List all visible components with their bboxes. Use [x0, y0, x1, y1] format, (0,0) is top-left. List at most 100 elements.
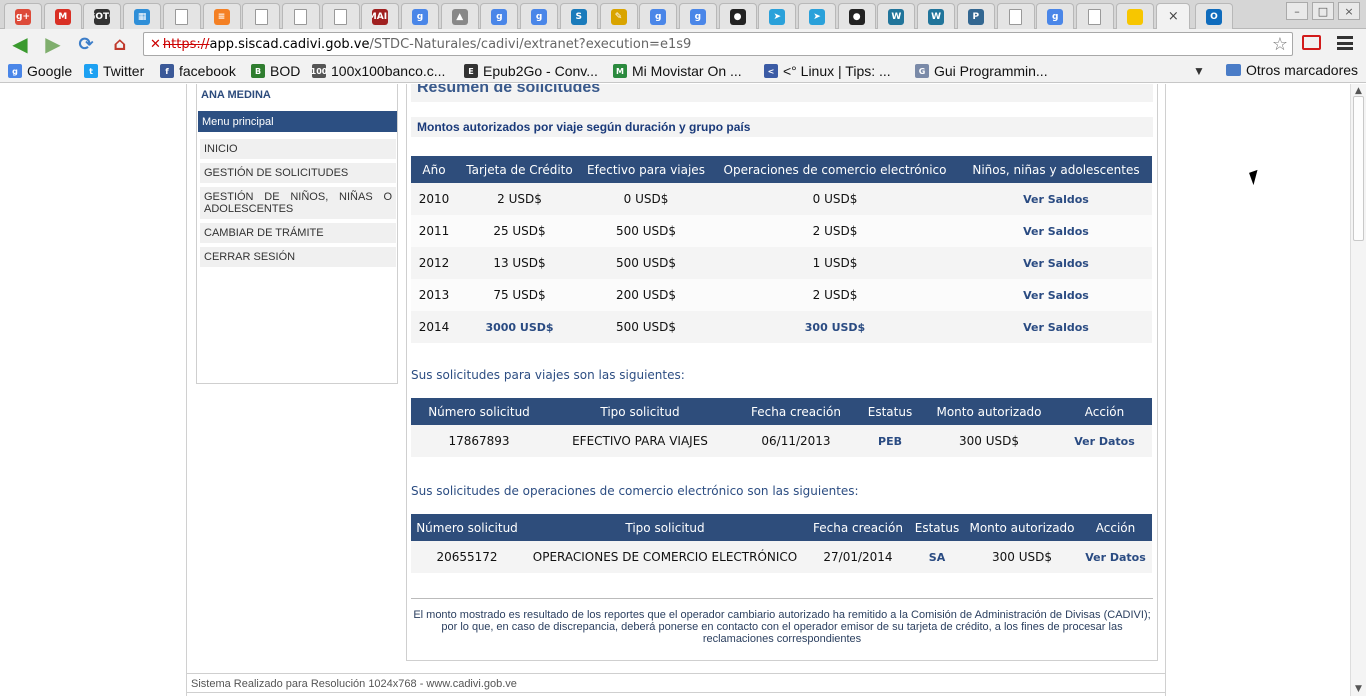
bookmarks-overflow-icon[interactable]: ▼ — [1193, 64, 1205, 78]
browser-tab[interactable]: MAIL — [361, 3, 400, 29]
browser-tab[interactable] — [281, 3, 320, 29]
ver-saldos-link[interactable]: Ver Saldos — [1023, 257, 1089, 270]
home-icon[interactable]: ⌂ — [108, 33, 132, 55]
epub-icon: E — [464, 64, 478, 78]
browser-tab[interactable] — [996, 3, 1035, 29]
browser-tab[interactable]: ● — [718, 3, 757, 29]
bookmark-item[interactable]: G Gui Programmin... — [915, 62, 1048, 80]
browser-tab[interactable]: ➤ — [758, 3, 797, 29]
status-link[interactable]: PEB — [878, 435, 902, 448]
bookmark-item[interactable]: E Epub2Go - Conv... — [464, 62, 598, 80]
browser-tab[interactable] — [1075, 3, 1114, 29]
table-cell: Ver Datos — [1057, 425, 1152, 457]
travel-cash-amount: 500 USD$ — [616, 224, 676, 238]
browser-tab[interactable]: GOTO — [83, 3, 122, 29]
page-frame: ANA MEDINA Menu principal INICIO GESTIÓN… — [186, 84, 1166, 696]
bookmark-item[interactable]: g Google — [8, 62, 72, 80]
browser-tab[interactable] — [242, 3, 281, 29]
browser-tab[interactable]: ➤ — [798, 3, 836, 29]
outlook-icon: O — [1206, 8, 1222, 25]
maximize-icon[interactable]: □ — [1312, 2, 1334, 20]
browser-tab[interactable] — [1115, 3, 1154, 29]
github-icon: ● — [848, 8, 865, 25]
browser-tab[interactable]: g — [678, 3, 717, 29]
ver-datos-link[interactable]: Ver Datos — [1074, 435, 1135, 448]
summary-table: Año Tarjeta de Crédito Efectivo para via… — [411, 156, 1152, 343]
back-arrow-icon[interactable]: ◀ — [8, 32, 32, 56]
browser-tab[interactable]: g — [520, 3, 559, 29]
browser-tab[interactable]: ▦ — [123, 3, 162, 29]
bookmark-item[interactable]: t Twitter — [84, 62, 144, 80]
bookmark-item[interactable]: 100 100x100banco.c... — [311, 62, 446, 80]
url-host: app.siscad.cadivi.gob.ve — [209, 36, 370, 52]
bookmark-star-icon[interactable]: ☆ — [1272, 34, 1288, 55]
table-cell: 0 USD$ — [582, 183, 710, 215]
browser-tab[interactable]: P — [956, 3, 995, 29]
year-cell: 2013 — [418, 288, 450, 302]
google-icon: g — [1047, 8, 1064, 25]
request-number: 17867893 — [448, 434, 510, 448]
scroll-up-icon[interactable]: ▲ — [1355, 86, 1362, 96]
browser-tab[interactable]: W — [917, 3, 956, 29]
browser-tab[interactable] — [162, 3, 201, 29]
browser-tab[interactable]: O — [1195, 3, 1233, 29]
browser-tab[interactable]: ▲ — [440, 3, 479, 29]
scroll-down-icon[interactable]: ▼ — [1355, 684, 1362, 694]
address-bar[interactable]: ✕ https:// app.siscad.cadivi.gob.ve /STD… — [143, 32, 1293, 56]
browser-tab[interactable]: ≡ — [202, 3, 241, 29]
ver-datos-link[interactable]: Ver Datos — [1085, 551, 1146, 564]
credit-card-amount: 75 USD$ — [493, 288, 546, 302]
ver-saldos-link[interactable]: Ver Saldos — [1023, 225, 1089, 238]
browser-tab[interactable]: W — [877, 3, 916, 29]
bookmark-item[interactable]: < <° Linux | Tips: ... — [764, 62, 891, 80]
google-icon: g — [689, 8, 706, 25]
ecommerce-amount-link[interactable]: 300 USD$ — [805, 321, 865, 334]
browser-tab[interactable]: ✎ — [599, 3, 638, 29]
scrollbar-thumb[interactable] — [1353, 96, 1364, 241]
ecommerce-amount: 2 USD$ — [812, 288, 858, 302]
menu-item-cerrar-sesion[interactable]: CERRAR SESIÓN — [200, 247, 396, 267]
ver-saldos-link[interactable]: Ver Saldos — [1023, 193, 1089, 206]
linux-tips-icon: < — [764, 64, 778, 78]
bookmark-item[interactable]: f facebook — [160, 62, 236, 80]
active-tab[interactable]: × — [1156, 3, 1191, 29]
table-cell: 500 USD$ — [582, 247, 710, 279]
browser-tab[interactable]: S — [559, 3, 598, 29]
browser-tab[interactable]: g — [1036, 3, 1075, 29]
bookmark-item[interactable]: M Mi Movistar On ... — [613, 62, 742, 80]
travel-header-row: Número solicitud Tipo solicitud Fecha cr… — [411, 398, 1152, 425]
travel-cash-amount: 500 USD$ — [616, 256, 676, 270]
close-tab-icon[interactable]: × — [1168, 9, 1179, 24]
gui-icon: G — [915, 64, 929, 78]
year-cell: 2010 — [418, 192, 450, 206]
browser-tab[interactable]: ● — [837, 3, 876, 29]
cast-icon[interactable] — [1302, 35, 1321, 50]
browser-menu-icon[interactable] — [1337, 36, 1353, 50]
credit-card-amount-link[interactable]: 3000 USD$ — [485, 321, 553, 334]
column-header: Año — [411, 156, 457, 183]
bookmark-item[interactable]: B BOD — [251, 62, 300, 80]
browser-tab[interactable]: M — [43, 3, 82, 29]
minimize-icon[interactable]: – — [1286, 2, 1308, 20]
vertical-scrollbar[interactable]: ▲ ▼ — [1350, 84, 1366, 696]
browser-tab[interactable]: g — [401, 3, 439, 29]
google-icon: g — [412, 8, 428, 25]
status-link[interactable]: SA — [929, 551, 945, 564]
browser-tab[interactable]: g — [639, 3, 678, 29]
menu-item-cambiar-tramite[interactable]: CAMBIAR DE TRÁMITE — [200, 223, 396, 243]
menu-item-gestion-solicitudes[interactable]: GESTIÓN DE SOLICITUDES — [200, 163, 396, 183]
ver-saldos-link[interactable]: Ver Saldos — [1023, 289, 1089, 302]
close-window-icon[interactable]: × — [1338, 2, 1360, 20]
table-cell: 2013 — [411, 279, 457, 311]
ver-saldos-link[interactable]: Ver Saldos — [1023, 321, 1089, 334]
browser-tab[interactable] — [321, 3, 360, 29]
menu-item-inicio[interactable]: INICIO — [200, 139, 396, 159]
browser-tab[interactable]: g — [480, 3, 519, 29]
forward-arrow-icon[interactable]: ▶ — [41, 32, 65, 56]
reload-icon[interactable]: ⟳ — [74, 33, 98, 55]
sidebar: ANA MEDINA Menu principal INICIO GESTIÓN… — [196, 84, 398, 384]
other-bookmarks[interactable]: Otros marcadores — [1226, 62, 1358, 78]
column-header: Acción — [1057, 398, 1152, 425]
browser-tab[interactable]: g+ — [4, 3, 42, 29]
menu-item-gestion-ninos[interactable]: GESTIÓN DE NIÑOS, NIÑAS O ADOLESCENTES — [200, 187, 396, 219]
